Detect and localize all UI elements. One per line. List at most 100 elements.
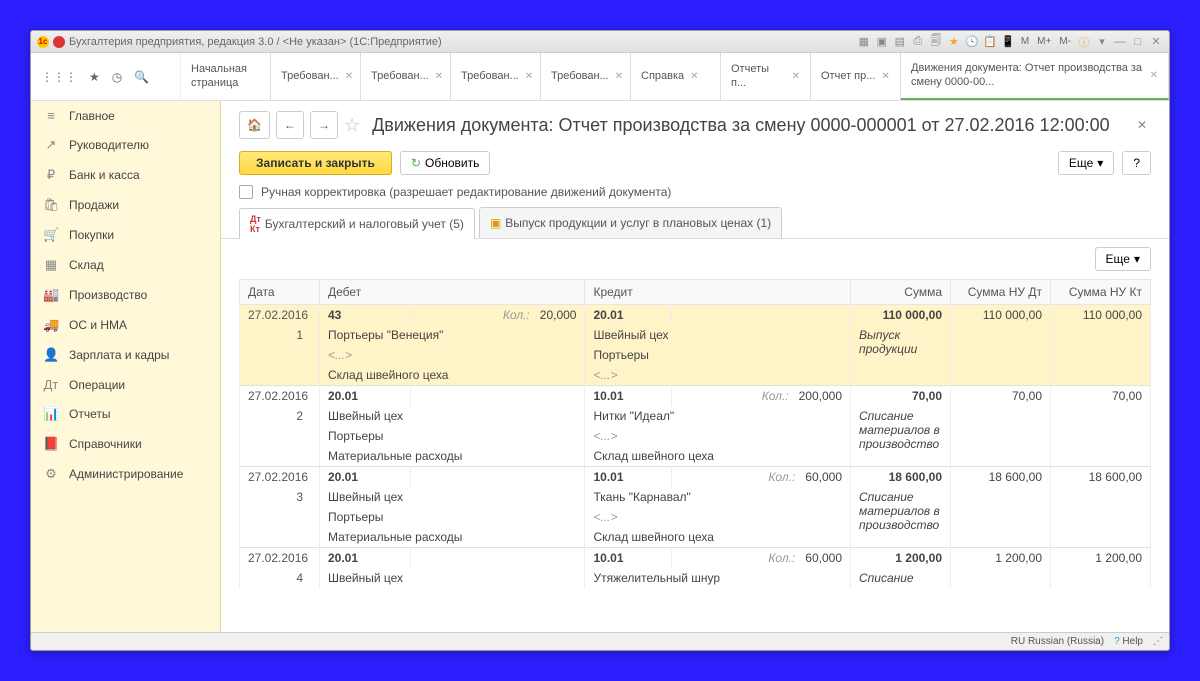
grid-more-button[interactable]: Еще ▾	[1095, 247, 1151, 271]
cell-debit-qty	[410, 467, 585, 488]
grid-row[interactable]: 1Портьеры "Венеция"Швейный цехВыпуск про…	[240, 325, 1151, 345]
cell-credit-an3: Склад швейного цеха	[585, 446, 851, 467]
close-page-icon[interactable]: ✕	[1133, 114, 1151, 136]
sidebar-icon: 👤	[43, 347, 59, 363]
tool-icon[interactable]: 📋	[983, 35, 997, 49]
save-close-button[interactable]: Записать и закрыть	[239, 151, 392, 175]
tool-icon[interactable]: ▤	[893, 35, 907, 49]
resize-grip-icon[interactable]: ⋰	[1153, 636, 1163, 647]
grid-row[interactable]: Материальные расходыСклад швейного цеха	[240, 527, 1151, 548]
sidebar-item[interactable]: 📕Справочники	[31, 429, 220, 459]
grid-row[interactable]: 27.02.201620.0110.01Кол.: 60,00018 600,0…	[240, 467, 1151, 488]
output-icon: ▣	[490, 216, 501, 230]
sidebar-item[interactable]: 🛍Продажи	[31, 190, 220, 220]
help-indicator[interactable]: ? Help	[1114, 636, 1143, 647]
close-icon[interactable]: ✕	[1149, 35, 1163, 49]
sidebar-icon: 🛍	[43, 197, 59, 213]
sidebar-item[interactable]: ▦Склад	[31, 250, 220, 280]
col-debit[interactable]: Дебет	[320, 280, 585, 305]
search-icon[interactable]: 🔍	[134, 70, 149, 84]
back-button[interactable]: ←	[276, 111, 304, 139]
dropdown-icon[interactable]: ▾	[1095, 35, 1109, 49]
tab-output[interactable]: ▣ Выпуск продукции и услуг в плановых це…	[479, 207, 782, 238]
grid-row[interactable]: 27.02.201620.0110.01Кол.: 200,00070,0070…	[240, 386, 1151, 407]
grid-row[interactable]: Портьеры<...>	[240, 507, 1151, 527]
top-tab[interactable]: Требован...✕	[541, 53, 631, 100]
cell-sum-dt: 18 600,00	[951, 467, 1051, 488]
help-button[interactable]: ?	[1122, 151, 1151, 175]
sidebar-item[interactable]: ↗Руководителю	[31, 130, 220, 160]
tab-accounting[interactable]: ДтКт Бухгалтерский и налоговый учет (5)	[239, 208, 475, 239]
tool-icon[interactable]: ▦	[857, 35, 871, 49]
grid-row[interactable]: Склад швейного цеха<...>	[240, 365, 1151, 386]
top-tab[interactable]: Требован...✕	[361, 53, 451, 100]
cell-note: Списание материалов в производство	[851, 406, 951, 467]
grid-row[interactable]: 3Швейный цехТкань "Карнавал"Списание мат…	[240, 487, 1151, 507]
calc-icon[interactable]: 📱	[1001, 35, 1015, 49]
tab-label: Требован...	[281, 70, 339, 83]
cell-date: 27.02.2016	[240, 548, 320, 569]
m-button[interactable]: M	[1019, 36, 1031, 47]
tool-icon[interactable]: ▣	[875, 35, 889, 49]
m-plus-button[interactable]: M+	[1035, 36, 1053, 47]
top-tab[interactable]: Отчет пр...✕	[811, 53, 901, 100]
tab-close-icon[interactable]: ✕	[525, 71, 533, 82]
col-credit[interactable]: Кредит	[585, 280, 851, 305]
cell-credit-an2: <...>	[585, 507, 851, 527]
refresh-button[interactable]: ↻Обновить	[400, 151, 490, 175]
tab-close-icon[interactable]: ✕	[435, 71, 443, 82]
sidebar-item[interactable]: 📊Отчеты	[31, 399, 220, 429]
col-sum-dt[interactable]: Сумма НУ Дт	[951, 280, 1051, 305]
grid-row[interactable]: 4Швейный цехУтяжелительный шнурСписание	[240, 568, 1151, 588]
apps-icon[interactable]: ⋮⋮⋮	[41, 70, 77, 84]
sidebar-item[interactable]: ⚙Администрирование	[31, 459, 220, 489]
maximize-icon[interactable]: □	[1131, 35, 1145, 49]
m-minus-button[interactable]: M-	[1057, 36, 1073, 47]
star-icon[interactable]: ★	[947, 35, 961, 49]
home-button[interactable]: 🏠	[239, 111, 270, 139]
grid-row[interactable]: <...>Портьеры	[240, 345, 1151, 365]
tab-close-icon[interactable]: ✕	[792, 71, 800, 82]
more-button[interactable]: Еще ▾	[1058, 151, 1114, 175]
tab-close-icon[interactable]: ✕	[1150, 70, 1158, 81]
minimize-icon[interactable]: —	[1113, 35, 1127, 49]
tool-icon[interactable]: 🗐	[929, 35, 943, 49]
cell-credit-acc: 10.01	[585, 467, 671, 488]
forward-button[interactable]: →	[310, 111, 338, 139]
info-icon[interactable]: ⓘ	[1077, 35, 1091, 49]
top-tab[interactable]: Справка✕	[631, 53, 721, 100]
grid-row[interactable]: Портьеры<...>	[240, 426, 1151, 446]
sidebar-item[interactable]: ДтОперации	[31, 370, 220, 399]
sidebar-item[interactable]: 🛒Покупки	[31, 220, 220, 250]
language-indicator[interactable]: RU Russian (Russia)	[1011, 636, 1104, 647]
grid-row[interactable]: 27.02.201643Кол.: 20,00020.01110 000,001…	[240, 305, 1151, 326]
tab-close-icon[interactable]: ✕	[881, 71, 889, 82]
favorite-star-icon[interactable]: ☆	[344, 115, 360, 136]
history-icon[interactable]: ◷	[112, 70, 122, 84]
tab-close-icon[interactable]: ✕	[690, 71, 698, 82]
tab-close-icon[interactable]: ✕	[345, 71, 353, 82]
top-tab[interactable]: Отчеты п...✕	[721, 53, 811, 100]
top-tab[interactable]: Требован...✕	[451, 53, 541, 100]
sidebar-item[interactable]: 🚚ОС и НМА	[31, 310, 220, 340]
page-header: 🏠 ← → ☆ Движения документа: Отчет произв…	[221, 101, 1169, 145]
favorite-icon[interactable]: ★	[89, 70, 100, 84]
col-sum[interactable]: Сумма	[851, 280, 951, 305]
sidebar-item[interactable]: 👤Зарплата и кадры	[31, 340, 220, 370]
top-tab[interactable]: Движения документа: Отчет производства з…	[901, 53, 1169, 100]
tool-icon[interactable]: ⎙	[911, 35, 925, 49]
tab-close-icon[interactable]: ✕	[615, 71, 623, 82]
grid-row[interactable]: 2Швейный цехНитки "Идеал"Списание матери…	[240, 406, 1151, 426]
sidebar-item[interactable]: ₽Банк и касса	[31, 160, 220, 190]
manual-edit-checkbox[interactable]	[239, 185, 253, 199]
tool-icon[interactable]: 🕓	[965, 35, 979, 49]
top-tab[interactable]: Требован... ✕	[271, 53, 361, 100]
sidebar-item[interactable]: ≡Главное	[31, 101, 220, 130]
cell-debit-an1: Швейный цех	[320, 568, 585, 588]
top-tab[interactable]: Начальная страница	[181, 53, 271, 100]
grid-row[interactable]: 27.02.201620.0110.01Кол.: 60,0001 200,00…	[240, 548, 1151, 569]
grid-row[interactable]: Материальные расходыСклад швейного цеха	[240, 446, 1151, 467]
col-date[interactable]: Дата	[240, 280, 320, 305]
col-sum-kt[interactable]: Сумма НУ Кт	[1051, 280, 1151, 305]
sidebar-item[interactable]: 🏭Производство	[31, 280, 220, 310]
